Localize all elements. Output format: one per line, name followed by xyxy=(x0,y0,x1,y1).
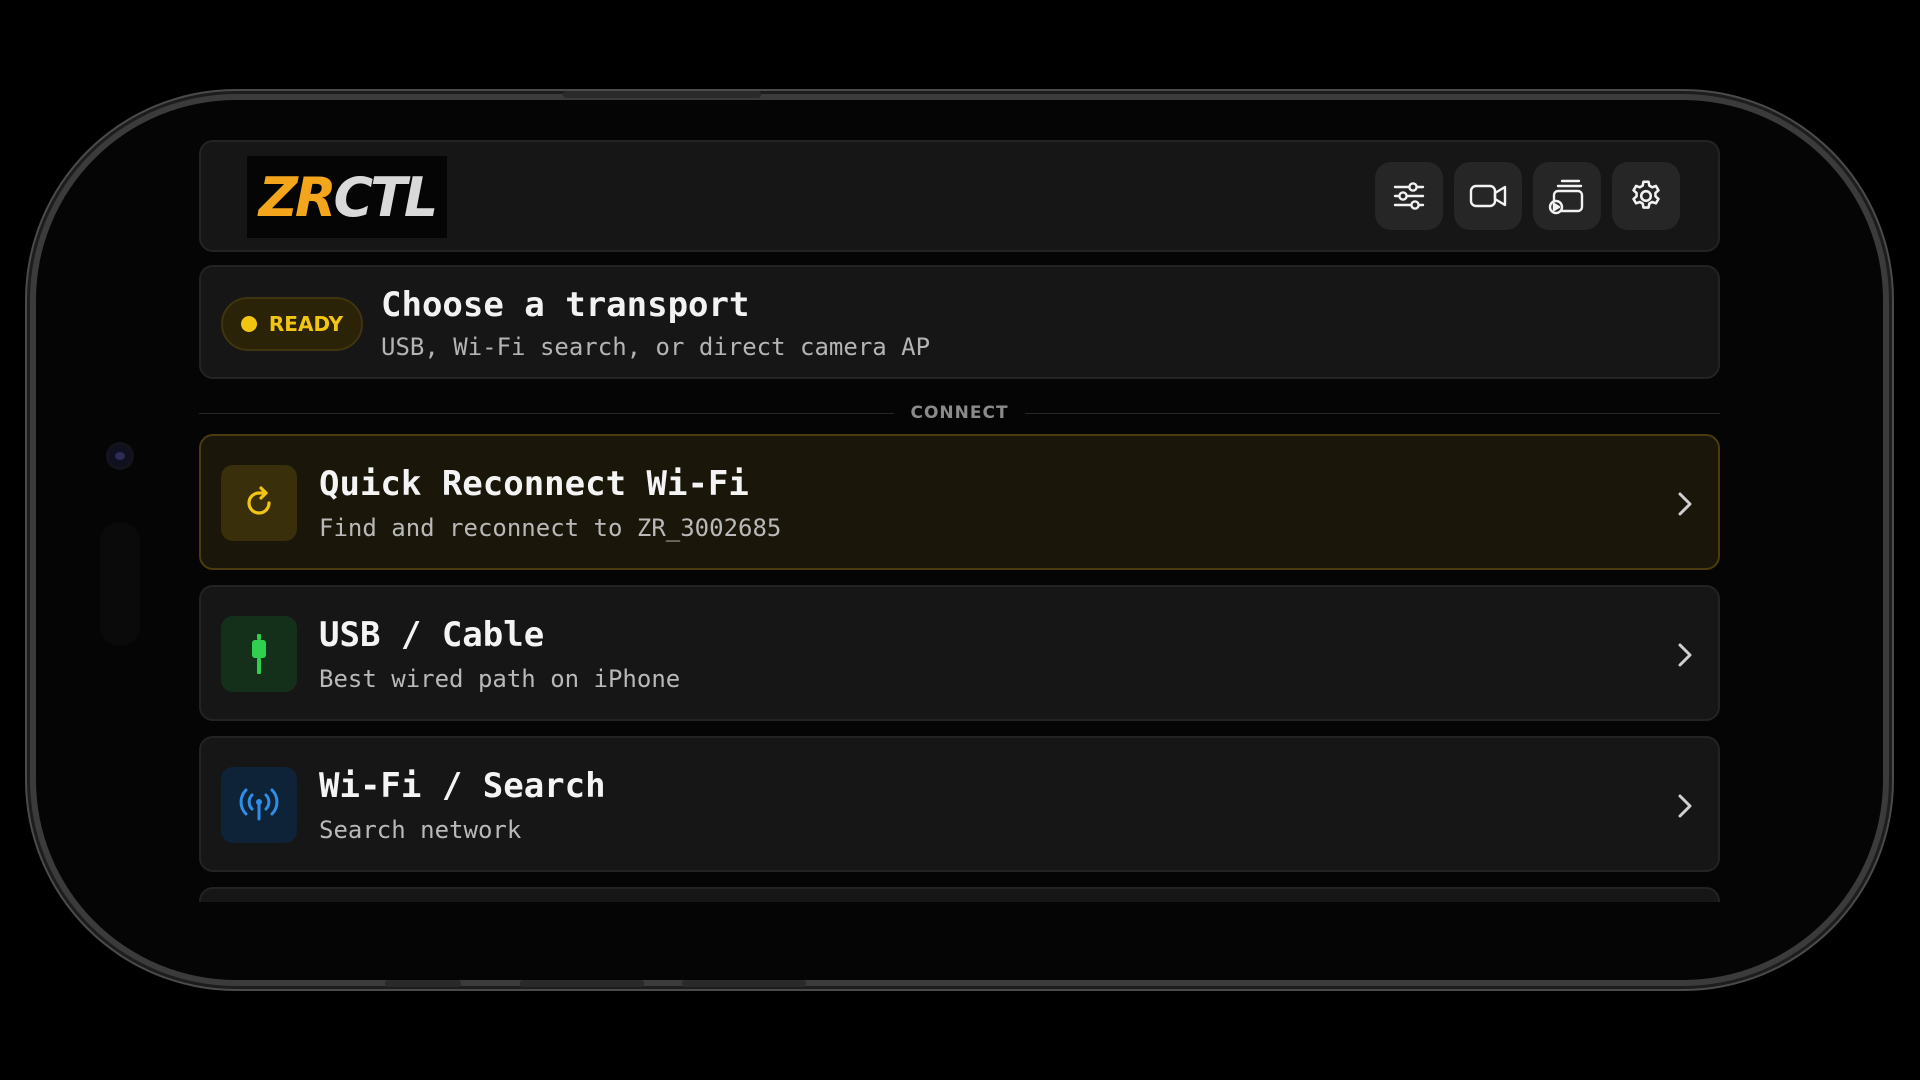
sliders-icon xyxy=(1393,182,1425,210)
usb-cable-option[interactable]: USB / Cable Best wired path on iPhone xyxy=(199,585,1720,721)
option-title: USB / Cable xyxy=(319,615,545,655)
bottom-button-1 xyxy=(385,980,461,987)
video-button[interactable] xyxy=(1454,162,1522,230)
status-subtitle: USB, Wi-Fi search, or direct camera AP xyxy=(381,333,931,361)
wifi-icon-tile xyxy=(221,767,297,843)
option-subtitle: Best wired path on iPhone xyxy=(319,665,681,693)
usb-plug-icon xyxy=(252,634,266,674)
app-screen: ZR CTL READY Choose a transport USB, Wi-… xyxy=(199,140,1724,902)
option-title: Quick Reconnect Wi-Fi xyxy=(319,464,749,504)
media-stack-icon xyxy=(1548,179,1584,215)
video-camera-icon xyxy=(1469,184,1507,208)
section-label: CONNECT xyxy=(910,403,1009,423)
status-title: Choose a transport xyxy=(381,285,750,325)
quick-reconnect-icon-tile xyxy=(221,465,297,541)
option-title: Wi-Fi / Search xyxy=(319,766,606,806)
logo-ctl: CTL xyxy=(333,165,438,229)
bottom-button-2 xyxy=(520,980,644,987)
status-badge: READY xyxy=(221,297,363,351)
media-button[interactable] xyxy=(1533,162,1601,230)
status-dot xyxy=(240,316,257,332)
chevron-right-icon xyxy=(1678,492,1692,516)
wifi-search-option[interactable]: Wi-Fi / Search Search network xyxy=(199,736,1720,872)
quick-reconnect-option[interactable]: Quick Reconnect Wi-Fi Find and reconnect… xyxy=(199,434,1720,570)
status-card: READY Choose a transport USB, Wi-Fi sear… xyxy=(199,265,1720,379)
sliders-button[interactable] xyxy=(1375,162,1443,230)
antenna-icon xyxy=(239,788,279,821)
section-divider: CONNECT xyxy=(199,398,1721,428)
status-badge-label: READY xyxy=(268,312,344,336)
top-button xyxy=(563,91,761,98)
gear-icon xyxy=(1632,180,1660,209)
chevron-right-icon xyxy=(1678,643,1692,667)
app-logo: ZR CTL xyxy=(247,156,447,238)
logo-zr: ZR xyxy=(258,165,337,229)
option-subtitle: Search network xyxy=(319,816,522,844)
front-camera xyxy=(109,445,131,467)
app-header: ZR CTL xyxy=(199,140,1720,252)
next-option-partial[interactable] xyxy=(199,887,1720,902)
refresh-icon xyxy=(247,486,271,515)
bottom-button-3 xyxy=(682,980,806,987)
usb-icon-tile xyxy=(221,616,297,692)
dynamic-island xyxy=(100,522,140,646)
settings-button[interactable] xyxy=(1612,162,1680,230)
option-subtitle: Find and reconnect to ZR_3002685 xyxy=(319,514,782,542)
chevron-right-icon xyxy=(1678,794,1692,818)
